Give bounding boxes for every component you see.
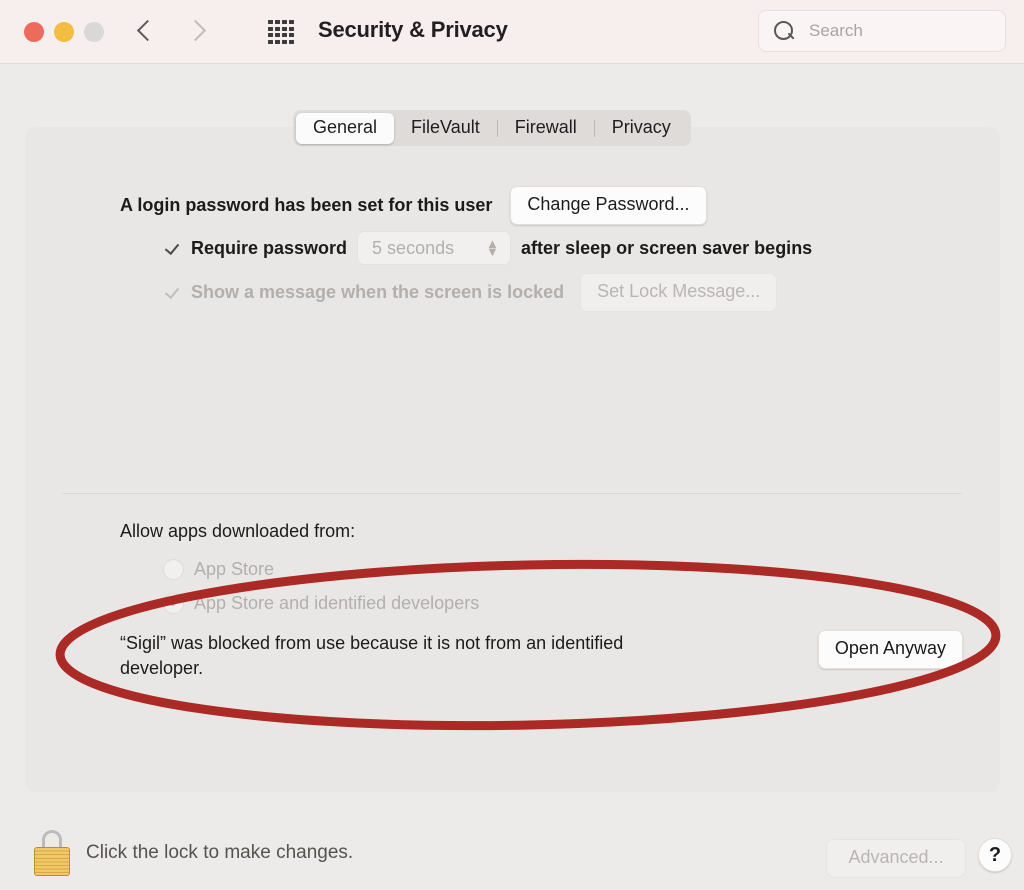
zoom-window-button	[84, 22, 104, 42]
gatekeeper-heading: Allow apps downloaded from:	[120, 521, 355, 542]
radio-identified-developers-label: App Store and identified developers	[194, 593, 479, 614]
gatekeeper-option-identified-developers[interactable]: App Store and identified developers	[163, 593, 479, 614]
traffic-lights	[24, 22, 104, 42]
open-anyway-button[interactable]: Open Anyway	[818, 630, 963, 669]
tab-filevault[interactable]: FileVault	[394, 113, 497, 144]
preferences-panel	[25, 127, 1000, 792]
search-field[interactable]: Search	[758, 10, 1006, 52]
lock-hint-text: Click the lock to make changes.	[86, 842, 353, 864]
minimize-window-button[interactable]	[54, 22, 74, 42]
require-password-checkbox[interactable]	[163, 239, 182, 258]
password-delay-popup[interactable]: 5 seconds ▲▼	[357, 231, 511, 265]
tab-general[interactable]: General	[296, 113, 394, 144]
require-password-row: Require password 5 seconds ▲▼ after slee…	[163, 231, 812, 265]
password-delay-value: 5 seconds	[372, 238, 454, 259]
back-button[interactable]	[136, 12, 158, 52]
change-password-button[interactable]: Change Password...	[510, 186, 706, 225]
tab-privacy[interactable]: Privacy	[595, 113, 688, 144]
forward-button[interactable]	[186, 12, 208, 52]
radio-app-store-and-identified-developers[interactable]	[163, 593, 184, 614]
search-icon	[774, 21, 793, 40]
radio-app-store-label: App Store	[194, 559, 274, 580]
gatekeeper-option-app-store[interactable]: App Store	[163, 559, 274, 580]
navigation-arrows	[136, 12, 208, 52]
login-password-status: A login password has been set for this u…	[120, 195, 492, 216]
lock-body	[34, 847, 70, 876]
window-titlebar: Security & Privacy Search	[0, 0, 1024, 64]
section-divider	[62, 493, 962, 494]
lock-closed-icon[interactable]	[33, 830, 71, 876]
login-password-row: A login password has been set for this u…	[120, 186, 707, 225]
blocked-app-message: “Sigil” was blocked from use because it …	[120, 631, 680, 681]
close-window-button[interactable]	[24, 22, 44, 42]
radio-app-store[interactable]	[163, 559, 184, 580]
require-password-suffix: after sleep or screen saver begins	[521, 238, 812, 259]
allow-apps-label: Allow apps downloaded from:	[120, 521, 355, 542]
require-password-label: Require password	[191, 238, 347, 259]
advanced-button[interactable]: Advanced...	[826, 839, 966, 878]
lock-message-checkbox[interactable]	[163, 283, 182, 302]
tab-bar: General FileVault Firewall Privacy	[293, 110, 691, 146]
show-all-icon[interactable]	[268, 20, 294, 44]
tab-firewall[interactable]: Firewall	[498, 113, 594, 144]
page-title: Security & Privacy	[318, 17, 508, 43]
chevron-updown-icon: ▲▼	[486, 240, 496, 258]
lock-message-row: Show a message when the screen is locked…	[163, 273, 777, 312]
set-lock-message-button[interactable]: Set Lock Message...	[580, 273, 777, 312]
search-placeholder: Search	[809, 21, 863, 41]
lock-message-label: Show a message when the screen is locked	[191, 282, 564, 303]
help-button[interactable]: ?	[978, 838, 1012, 872]
